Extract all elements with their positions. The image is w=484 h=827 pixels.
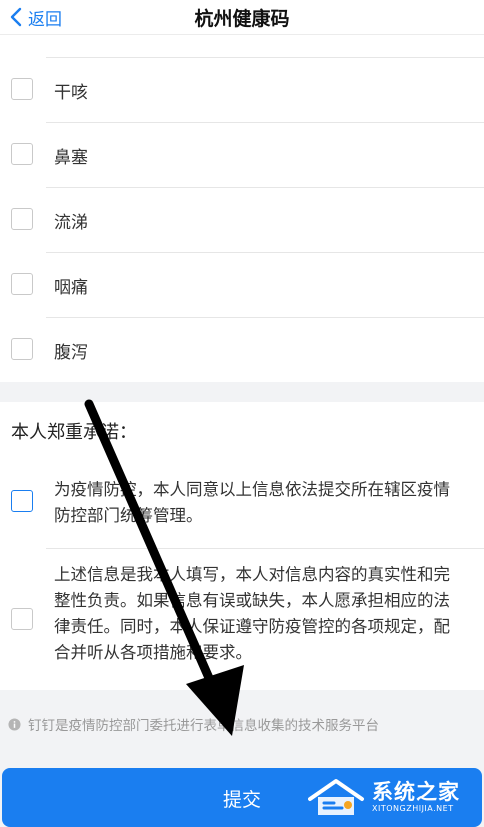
house-logo-icon [308,779,364,815]
annotation-arrow-icon [84,399,244,736]
watermark-text: 系统之家 [372,780,460,804]
watermark-url: XITONGZHIJIA.NET [372,804,454,813]
watermark-logo: 系统之家 XITONGZHIJIA.NET [308,772,480,822]
